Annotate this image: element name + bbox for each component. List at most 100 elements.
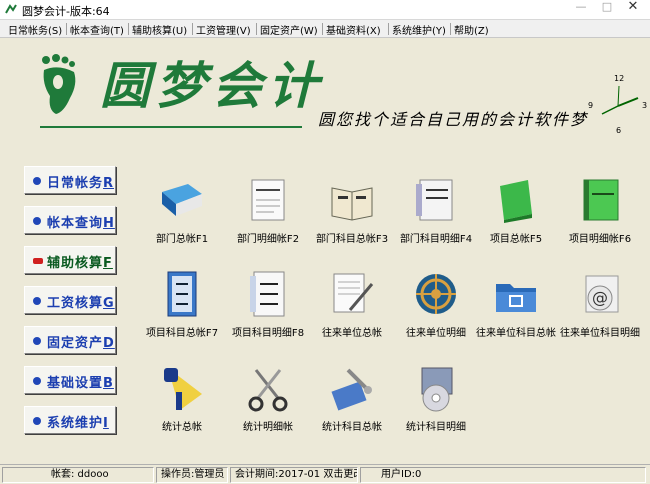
nav-payroll-button[interactable]: 工资核算G: [24, 286, 116, 314]
minimize-button[interactable]: —: [568, 0, 594, 16]
item-label: 往来单位科目明细: [560, 328, 640, 339]
partner-subject-detail-item[interactable]: @ 往来单位科目明细: [556, 270, 644, 350]
dept-detail-item[interactable]: 部门明细帐F2: [224, 176, 312, 256]
menu-separator: [128, 23, 129, 35]
menu-auxiliary[interactable]: 辅助核算(U): [132, 22, 187, 37]
bullet-icon: [33, 177, 41, 185]
document-dept-subject-icon: [416, 179, 453, 221]
stats-ledger-item[interactable]: 统计总帐: [138, 364, 226, 444]
status-user-id: 用户ID:0: [360, 467, 646, 483]
nav-daily-accounts-button[interactable]: 日常帐务R: [24, 166, 116, 194]
at-envelope-icon: @: [585, 275, 619, 313]
nav-label-text: 基础设置: [47, 376, 104, 391]
item-label: 部门科目总帐F3: [315, 234, 389, 245]
book-green-icon: [500, 180, 532, 223]
nav-hotkey: D: [103, 336, 115, 351]
partner-subject-ledger-item[interactable]: 往来单位科目总帐: [472, 270, 560, 350]
menu-bar: 日常帐务(S) 帐本查询(T) 辅助核算(U) 工资管理(V) 固定资产(W) …: [0, 20, 650, 38]
nav-system-button[interactable]: 系统维护I: [24, 406, 116, 434]
close-button[interactable]: ✕: [620, 0, 646, 16]
project-subject-ledger-item[interactable]: 项目科目总帐F7: [138, 270, 226, 350]
nav-basic-settings-button[interactable]: 基础设置B: [24, 366, 116, 394]
menu-ledger-query[interactable]: 帐本查询(T): [70, 22, 124, 37]
nav-label: 辅助核算F: [47, 252, 113, 271]
menu-help[interactable]: 帮助(Z): [454, 22, 489, 37]
menu-daily-accounts[interactable]: 日常帐务(S): [8, 22, 62, 37]
item-label: 统计明细帐: [243, 422, 293, 433]
book-open-dept-icon: [331, 187, 373, 221]
partner-ledger-item[interactable]: 往来单位总帐: [308, 270, 396, 350]
document-project-subject-icon: [250, 271, 285, 317]
book-blue-icon: [162, 184, 202, 216]
status-operator: 操作员:管理员: [156, 467, 228, 483]
nav-label: 工资核算G: [47, 292, 115, 311]
clock-hands-icon: [601, 85, 639, 115]
nav-label: 帐本查询H: [47, 212, 115, 231]
item-label: 往来单位总帐: [322, 328, 382, 339]
nav-label: 固定资产D: [47, 332, 115, 351]
book-green-detail-icon: [583, 179, 619, 221]
logo-underline: [40, 126, 302, 128]
nav-fixed-assets-button[interactable]: 固定资产D: [24, 326, 116, 354]
nav-label: 日常帐务R: [47, 172, 114, 191]
footprint-logo-icon: [42, 54, 76, 114]
item-label: 统计总帐: [162, 422, 202, 433]
menu-separator: [192, 23, 193, 35]
item-label: 往来单位科目总帐: [476, 328, 556, 339]
nav-ledger-query-button[interactable]: 帐本查询H: [24, 206, 116, 234]
document-pen-icon: [333, 273, 374, 313]
svg-text:@: @: [592, 288, 608, 307]
item-label: 统计科目明细: [406, 422, 466, 433]
active-bullet-icon: [33, 258, 43, 264]
status-period[interactable]: 会计期间:2017-01 双击更改: [230, 467, 358, 483]
menu-payroll[interactable]: 工资管理(V): [196, 22, 251, 37]
item-label: 统计科目总帐: [322, 422, 382, 433]
title-bar: 圆梦会计-版本:64 — □ ✕: [0, 0, 650, 20]
dept-subject-ledger-item[interactable]: 部门科目总帐F3: [308, 176, 396, 256]
document-dept-detail-icon: [251, 179, 285, 221]
header-banner: 圆梦会计 圆您找个适合自己用的会计软件梦 12 3 6 9: [0, 38, 650, 146]
item-label: 项目科目明细F8: [231, 328, 305, 339]
nav-hotkey: R: [103, 176, 115, 191]
tools-icon: [331, 368, 372, 411]
stats-subject-detail-item[interactable]: 统计科目明细: [392, 364, 480, 444]
maximize-button[interactable]: □: [594, 0, 620, 16]
bullet-icon: [33, 377, 41, 385]
menu-fixed-assets[interactable]: 固定资产(W): [260, 22, 318, 37]
partner-detail-item[interactable]: 往来单位明细: [392, 270, 480, 350]
nav-label-text: 系统维护: [47, 416, 104, 431]
menu-separator: [388, 23, 389, 35]
stats-subject-ledger-item[interactable]: 统计科目总帐: [308, 364, 396, 444]
nav-label-text: 日常帐务: [47, 176, 104, 191]
dept-ledger-item[interactable]: 部门总帐F1: [138, 176, 226, 256]
nav-label-text: 辅助核算: [47, 256, 104, 271]
nav-label-text: 工资核算: [47, 296, 104, 311]
nav-label-text: 固定资产: [47, 336, 104, 351]
menu-system[interactable]: 系统维护(Y): [392, 22, 446, 37]
project-detail-item[interactable]: 项目明细帐F6: [556, 176, 644, 256]
nav-hotkey: I: [103, 416, 109, 431]
dept-subject-detail-item[interactable]: 部门科目明细F4: [392, 176, 480, 256]
item-label: 项目总帐F5: [489, 234, 543, 245]
project-ledger-item[interactable]: 项目总帐F5: [472, 176, 560, 256]
menu-separator: [66, 23, 67, 35]
status-bar: 帐套: ddooo 操作员:管理员 会计期间:2017-01 双击更改 用户ID…: [0, 464, 650, 484]
bullet-icon: [33, 417, 41, 425]
menu-separator: [450, 23, 451, 35]
ship-wheel-icon: [416, 274, 456, 314]
status-book: 帐套: ddooo: [2, 467, 154, 483]
project-subject-detail-item[interactable]: 项目科目明细F8: [224, 270, 312, 350]
menu-separator: [256, 23, 257, 35]
logo-title: 圆梦会计: [100, 56, 324, 115]
menu-basic-data[interactable]: 基础资料(X): [326, 22, 381, 37]
book-project-subject-icon: [167, 271, 197, 317]
scissors-icon: [248, 369, 288, 412]
analog-clock: 12 3 6 9: [588, 74, 650, 136]
nav-hotkey: B: [103, 376, 114, 391]
bullet-icon: [33, 297, 41, 305]
item-label: 项目科目总帐F7: [145, 328, 219, 339]
slogan: 圆您找个适合自己用的会计软件梦: [318, 110, 589, 129]
bullet-icon: [33, 217, 41, 225]
stats-detail-item[interactable]: 统计明细帐: [224, 364, 312, 444]
nav-auxiliary-button[interactable]: 辅助核算F: [24, 246, 116, 274]
